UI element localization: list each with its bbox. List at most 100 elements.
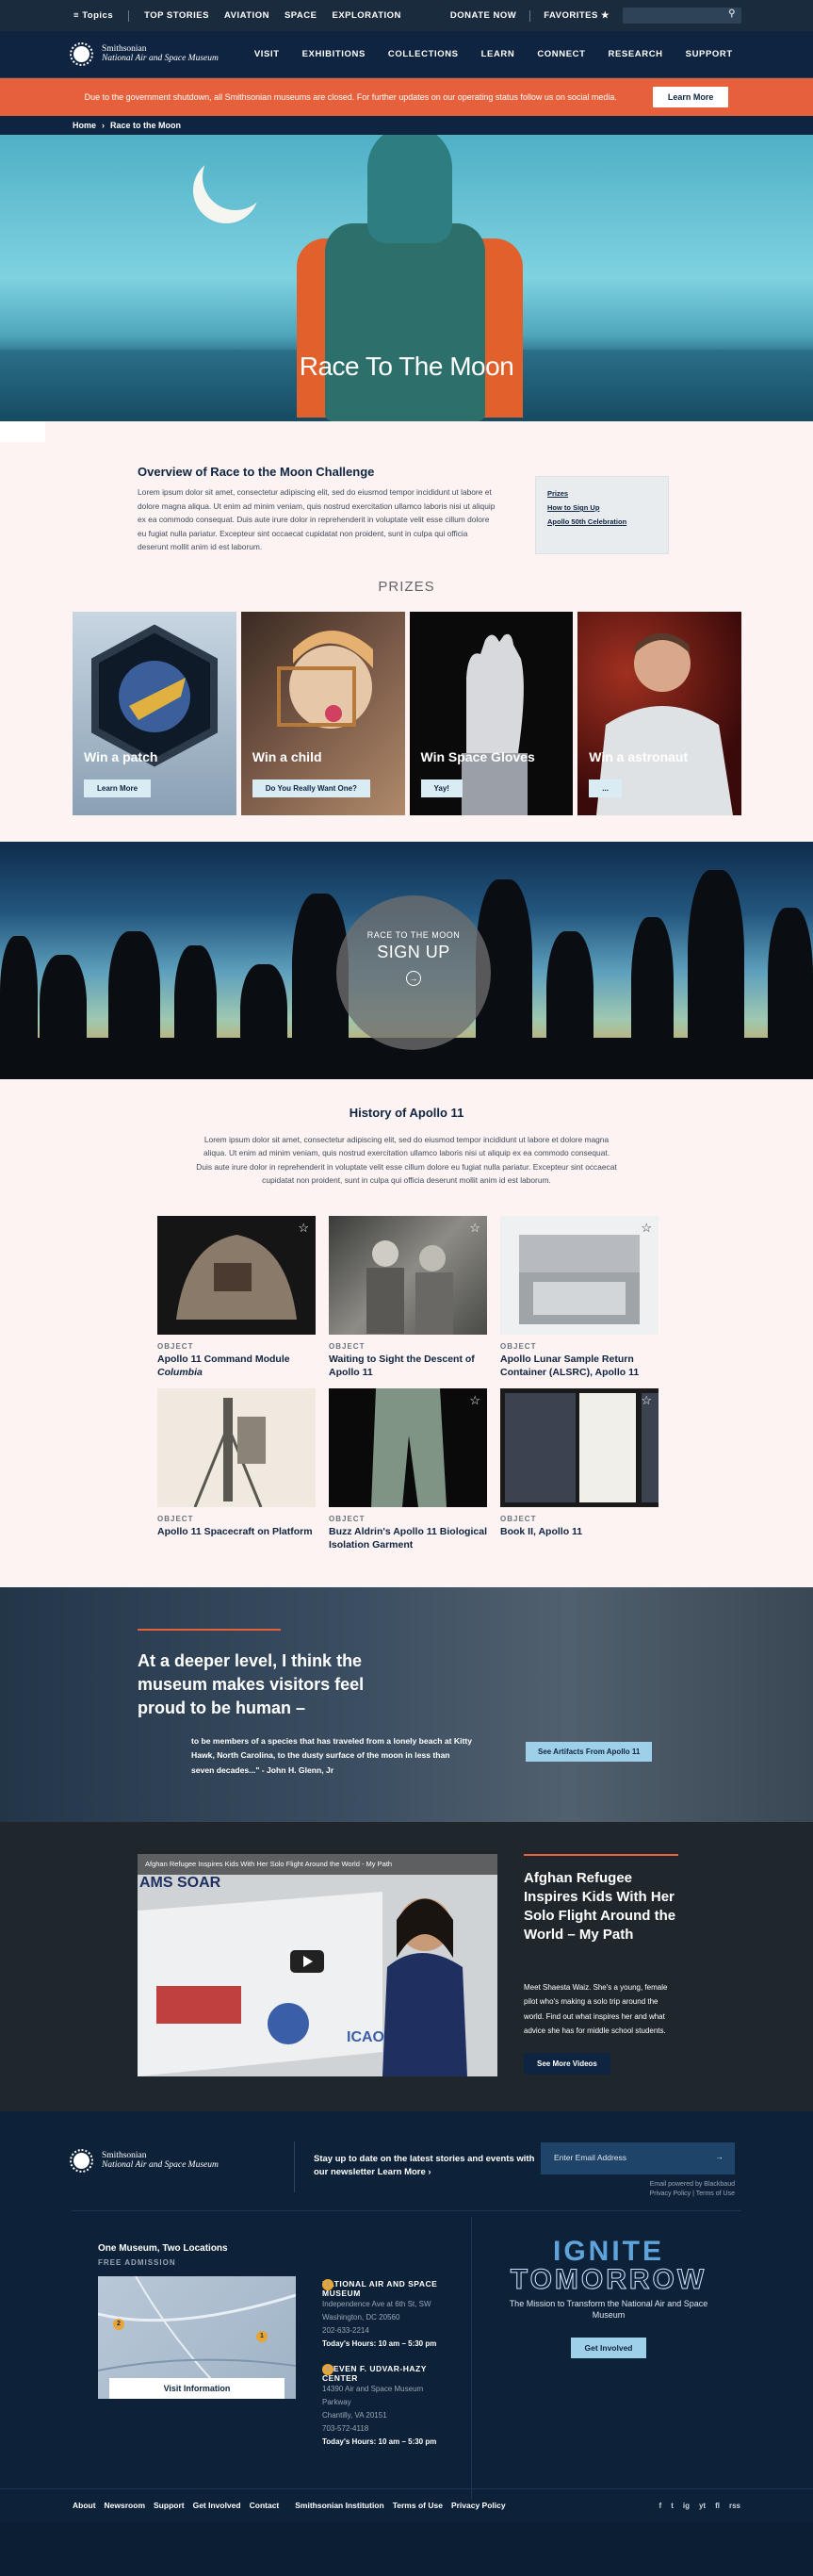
jump-link-apollo-50[interactable]: Apollo 50th Celebration xyxy=(547,515,657,529)
facebook-icon[interactable]: f xyxy=(659,2502,662,2510)
locations-map[interactable]: 2 1 Visit Information xyxy=(98,2275,296,2399)
prize-button[interactable]: Yay! xyxy=(420,779,463,797)
object-card[interactable]: ☆ OBJECT Apollo 11 Command Module Columbi… xyxy=(157,1215,316,1379)
favorite-star-icon[interactable]: ☆ xyxy=(641,1393,652,1408)
donate-link[interactable]: DONATE NOW xyxy=(450,10,516,21)
object-card[interactable]: ☆ OBJECT Book II, Apollo 11 xyxy=(500,1387,659,1551)
newsletter-learn-more[interactable]: Learn More › xyxy=(378,2167,431,2177)
runner-silhouette xyxy=(108,930,160,1077)
prize-caption: Win a astronaut xyxy=(589,748,689,764)
video-section: Afghan Refugee Inspires Kids With Her So… xyxy=(0,1821,813,2111)
prize-card[interactable]: Win a child Do You Really Want One? xyxy=(240,611,405,815)
museum-phone[interactable]: 703-572-4118 xyxy=(322,2422,454,2436)
object-label: OBJECT xyxy=(157,1514,194,1523)
page-title: Race To The Moon xyxy=(299,352,514,381)
site-logo[interactable]: Smithsonian National Air and Space Museu… xyxy=(70,42,219,66)
map-pin-2[interactable]: 2 xyxy=(113,2318,124,2330)
nav-support[interactable]: SUPPORT xyxy=(686,49,733,59)
nav-connect[interactable]: CONNECT xyxy=(537,49,585,59)
topbar-link-exploration[interactable]: EXPLORATION xyxy=(332,10,400,21)
location-number-1: 1 xyxy=(322,2278,333,2290)
museum-name[interactable]: NATIONAL AIR AND SPACE MUSEUM xyxy=(322,2279,454,2298)
object-card[interactable]: ☆ OBJECT Buzz Aldrin's Apollo 11 Biologi… xyxy=(329,1387,487,1551)
jump-links: Prizes How to Sign Up Apollo 50th Celebr… xyxy=(535,476,669,554)
footer-link-get-involved[interactable]: Get Involved xyxy=(193,2501,241,2510)
powered-by: Email powered by Blackbaud xyxy=(649,2180,735,2188)
prize-button[interactable]: ... xyxy=(589,779,622,797)
museum-name[interactable]: STEVEN F. UDVAR-HAZY CENTER xyxy=(322,2364,454,2383)
footer-link-newsroom[interactable]: Newsroom xyxy=(105,2501,145,2510)
favorites-link[interactable]: FAVORITES ★ xyxy=(544,10,610,21)
footer-link-smithsonian[interactable]: Smithsonian Institution xyxy=(295,2501,383,2510)
nav-visit[interactable]: VISIT xyxy=(254,49,280,59)
admission-label: FREE ADMISSION xyxy=(98,2257,176,2267)
nav-collections[interactable]: COLLECTIONS xyxy=(388,49,459,59)
jump-link-sign-up[interactable]: How to Sign Up xyxy=(547,500,657,515)
instagram-icon[interactable]: ig xyxy=(683,2502,690,2510)
prize-card[interactable]: Win Space Gloves Yay! xyxy=(409,611,574,815)
footer-link-contact[interactable]: Contact xyxy=(250,2501,280,2510)
spacecraft-platform-image xyxy=(157,1387,316,1507)
favorite-star-icon[interactable]: ☆ xyxy=(469,1393,480,1408)
prize-card[interactable]: Win a astronaut ... xyxy=(577,611,741,815)
breadcrumb-separator: › xyxy=(102,121,106,130)
signup-small-label: RACE TO THE MOON xyxy=(366,929,461,940)
topics-menu[interactable]: ≡ Topics xyxy=(73,10,113,21)
prize-card[interactable]: Win a patch Learn More xyxy=(73,611,236,815)
alert-learn-more-button[interactable]: Learn More xyxy=(652,87,729,107)
object-card[interactable]: OBJECT Apollo 11 Spacecraft on Platform xyxy=(157,1387,316,1551)
plane-text: AMS SOAR xyxy=(139,1874,221,1891)
nav-research[interactable]: RESEARCH xyxy=(609,49,663,59)
brand-line-2: National Air and Space Museum xyxy=(102,54,219,63)
footer-logo[interactable]: Smithsonian National Air and Space Museu… xyxy=(70,2148,219,2173)
brand-line-2: National Air and Space Museum xyxy=(102,2159,219,2170)
flickr-icon[interactable]: fl xyxy=(715,2502,720,2510)
ignite-tomorrow-promo: IGNITE TOMORROW The Mission to Transform… xyxy=(509,2236,708,2358)
runner-silhouette xyxy=(0,935,38,1077)
visit-information-button[interactable]: Visit Information xyxy=(109,2377,285,2399)
object-card[interactable]: ☆ OBJECT Waiting to Sight the Descent of… xyxy=(329,1215,487,1379)
rss-icon[interactable]: rss xyxy=(729,2502,740,2510)
video-player[interactable]: Afghan Refugee Inspires Kids With Her So… xyxy=(138,1853,497,2076)
arrow-right-icon[interactable]: → xyxy=(716,2152,724,2161)
prize-button[interactable]: Do You Really Want One? xyxy=(252,779,370,797)
object-title-italic: Columbia xyxy=(157,1366,203,1378)
prize-button[interactable]: Learn More xyxy=(84,779,152,797)
video-description: Meet Shaesta Waiz. She's a young, female… xyxy=(524,1982,668,2036)
favorite-star-icon[interactable]: ☆ xyxy=(641,1221,652,1236)
topbar-link-space[interactable]: SPACE xyxy=(285,10,317,21)
topbar-link-top-stories[interactable]: TOP STORIES xyxy=(144,10,209,21)
footer-link-terms[interactable]: Terms of Use xyxy=(393,2501,443,2510)
object-card[interactable]: ☆ OBJECT Apollo Lunar Sample Return Cont… xyxy=(500,1215,659,1379)
newsletter-text: Stay up to date on the latest stories an… xyxy=(314,2153,540,2179)
arrow-circle-icon: → xyxy=(406,970,421,986)
get-involved-button[interactable]: Get Involved xyxy=(571,2337,646,2358)
see-artifacts-button[interactable]: See Artifacts From Apollo 11 xyxy=(526,1741,653,1762)
footer-link-about[interactable]: About xyxy=(73,2501,96,2510)
breadcrumb-home[interactable]: Home xyxy=(73,121,96,130)
topbar-link-aviation[interactable]: AVIATION xyxy=(224,10,269,21)
email-disclaimer: Email powered by Blackbaud Privacy Policy… xyxy=(565,2180,735,2199)
quote-headline: At a deeper level, I think the museum ma… xyxy=(138,1650,365,1717)
jump-link-prizes[interactable]: Prizes xyxy=(547,486,657,500)
privacy-links[interactable]: Privacy Policy | Terms of Use xyxy=(565,2190,735,2199)
map-pin-1[interactable]: 1 xyxy=(256,2330,268,2342)
locations-title: One Museum, Two Locations xyxy=(98,2242,228,2254)
footer-link-support[interactable]: Support xyxy=(154,2501,185,2510)
nav-exhibitions[interactable]: EXHIBITIONS xyxy=(302,49,366,59)
footer-link-privacy[interactable]: Privacy Policy xyxy=(451,2501,506,2510)
museum-phone[interactable]: 202-633-2214 xyxy=(322,2324,454,2338)
favorite-star-icon[interactable]: ☆ xyxy=(298,1221,309,1236)
nav-learn[interactable]: LEARN xyxy=(481,49,515,59)
favorite-star-icon[interactable]: ☆ xyxy=(469,1221,480,1236)
video-player-title: Afghan Refugee Inspires Kids With Her So… xyxy=(138,1853,497,1875)
search-input[interactable]: ⚲ xyxy=(623,8,741,24)
brand-line-1: Smithsonian xyxy=(102,44,147,54)
object-label: OBJECT xyxy=(329,1341,366,1351)
see-more-videos-button[interactable]: See More Videos xyxy=(524,2052,610,2075)
hero-hood xyxy=(367,135,452,243)
youtube-icon[interactable]: yt xyxy=(699,2502,706,2510)
email-field[interactable]: Enter Email Address → xyxy=(541,2141,735,2174)
twitter-icon[interactable]: t xyxy=(671,2502,674,2510)
signup-button[interactable]: RACE TO THE MOON SIGN UP → xyxy=(336,894,491,1050)
